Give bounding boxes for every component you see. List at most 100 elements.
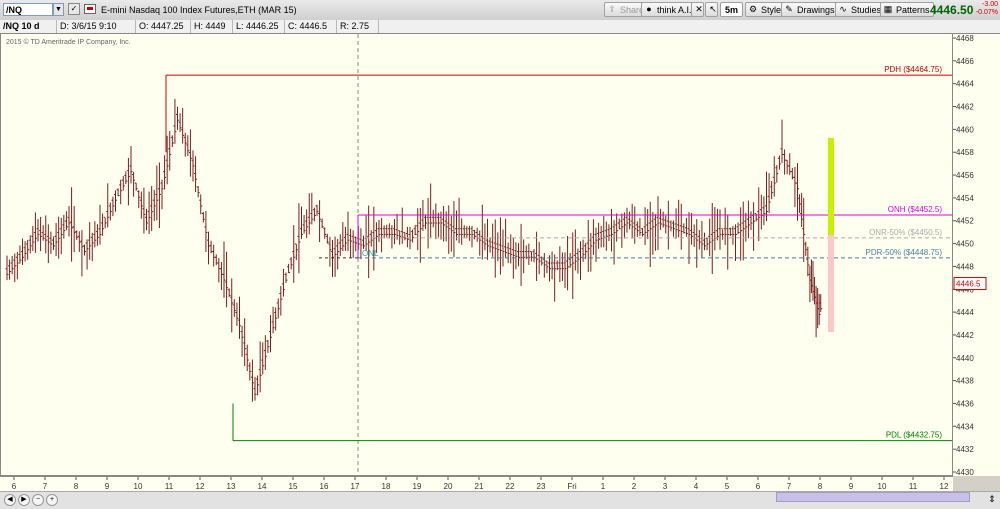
price-tick-label: 4442: [956, 331, 974, 340]
bar-open: O: 4447.25: [136, 20, 191, 33]
time-tick-label: 10: [878, 482, 887, 491]
time-tick-label: Fri: [567, 482, 577, 491]
time-tick-label: 14: [258, 482, 267, 491]
onl-label: ONL: [362, 249, 379, 258]
price-tick-label: 4444: [956, 308, 974, 317]
time-tick-label: 22: [506, 482, 515, 491]
chart-canvas[interactable]: PDH ($4464.75) ONH ($4452.5) ONR-50% ($445…: [1, 34, 953, 476]
security-type-icon: [84, 4, 96, 14]
zoom-in-icon[interactable]: +: [46, 494, 58, 506]
studies-label: Studies: [851, 5, 882, 15]
price-tick-label: 4466: [956, 57, 974, 66]
time-tick-label: 4: [694, 482, 699, 491]
time-tick-label: 11: [165, 482, 174, 491]
patterns-button[interactable]: ▦ Patterns: [880, 2, 934, 17]
current-price-label: 4446.5: [956, 280, 981, 289]
studies-icon: ∿: [839, 4, 847, 14]
level-label-onr50: ONR-50% ($4450.5): [869, 228, 942, 237]
drawings-button[interactable]: ✎ Drawings: [781, 2, 839, 17]
bar-low: L: 4446.25: [233, 20, 285, 33]
price-tick-label: 4432: [956, 445, 974, 454]
studies-button[interactable]: ∿ Studies: [835, 2, 886, 17]
time-tick-label: 11: [909, 482, 918, 491]
time-tick-label: 15: [289, 482, 298, 491]
price-tick-label: 4454: [956, 194, 974, 203]
price-tick-label: 4456: [956, 171, 974, 180]
time-tick-label: 10: [134, 482, 143, 491]
pct-change-value: -0.07%: [975, 9, 998, 16]
cursor-tool-button[interactable]: ↖: [705, 2, 718, 17]
time-tick-label: 8: [818, 482, 823, 491]
info-bar: /NQ 10 d 5m D: 3/6/15 9:10 AM O: 4447.25…: [0, 20, 1000, 44]
bar-date: D: 3/6/15 9:10 AM: [57, 20, 136, 44]
last-price: 4446.50: [930, 3, 974, 17]
copyright: 2015 © TD Ameritrade IP Company, Inc.: [6, 39, 131, 46]
brain-icon: ●: [646, 4, 652, 14]
period-label[interactable]: /NQ 10 d 5m: [0, 20, 57, 44]
pan-right-icon[interactable]: ▶: [18, 494, 30, 506]
price-tick-label: 4468: [956, 34, 974, 43]
symbol-input[interactable]: /NQ: [3, 3, 53, 16]
time-tick-label: 23: [537, 482, 546, 491]
time-tick-label: 7: [787, 482, 792, 491]
time-tick-label: 18: [382, 482, 391, 491]
price-chart[interactable]: PDH ($4464.75) ONH ($4452.5) ONR-50% ($445…: [0, 33, 953, 476]
price-tick-label: 4458: [956, 148, 974, 157]
time-tick-label: 8: [74, 482, 79, 491]
range-bar-up-range: [828, 137, 834, 236]
timeframe-button[interactable]: 5m: [720, 2, 744, 17]
level-label-pdr50: PDR-50% ($4448.75): [866, 248, 943, 257]
patterns-label: Patterns: [896, 5, 930, 15]
time-tick-label: 1: [601, 482, 606, 491]
time-tick-label: 16: [320, 482, 329, 491]
net-change-value: -3.00: [982, 1, 998, 8]
think-ai-button[interactable]: ● think A.I.: [641, 2, 696, 17]
time-tick-label: 9: [849, 482, 854, 491]
crosshair-icon: ✕: [695, 4, 703, 14]
bar-range: R: 2.75: [337, 20, 379, 33]
style-label: Style: [761, 5, 782, 15]
crosshair-tool-button[interactable]: ✕: [691, 2, 704, 17]
cursor-icon: ↖: [709, 4, 717, 14]
price-axis-canvas: 4430443244344436443844404442444444464448…: [953, 34, 987, 477]
bottom-bar: ◀ ▶ − +: [0, 491, 1000, 509]
time-axis[interactable]: 6 7 8 9 10 11 12 13 14 15 16 17 18 19 20 21 22 23 Fri 1 2 3 4 5…: [0, 476, 980, 491]
level-label-onh: ONH ($4452.5): [888, 205, 943, 214]
time-tick-label: 3: [663, 482, 668, 491]
price-axis[interactable]: 4430443244344436443844404442444444464448…: [953, 33, 1000, 477]
drawings-label: Drawings: [797, 5, 835, 15]
price-tick-label: 4430: [956, 468, 974, 477]
pencil-icon: ✎: [785, 4, 793, 14]
symbol-description: E-mini Nasdaq 100 Index Futures,ETH (MAR…: [101, 5, 297, 15]
level-label-pdh: PDH ($4464.75): [884, 65, 942, 74]
price-tick-label: 4462: [956, 103, 974, 112]
time-tick-label: 19: [413, 482, 422, 491]
price-tick-label: 4450: [956, 240, 974, 249]
time-tick-label: 13: [227, 482, 236, 491]
time-tick-label: 21: [475, 482, 484, 491]
level-label-pdl: PDL ($4432.75): [886, 431, 943, 440]
pan-left-icon[interactable]: ◀: [4, 494, 16, 506]
bar-close: C: 4446.5: [285, 20, 337, 33]
time-tick-label: 7: [43, 482, 48, 491]
zoom-out-icon[interactable]: −: [32, 494, 44, 506]
price-tick-label: 4464: [956, 80, 974, 89]
patterns-icon: ▦: [883, 4, 893, 14]
gear-icon: ⚙: [748, 4, 758, 14]
time-tick-label: 6: [12, 482, 17, 491]
time-tick-label: 5: [725, 482, 730, 491]
style-button[interactable]: ⚙ Style: [745, 2, 786, 17]
symbol-dropdown-icon[interactable]: ▼: [53, 3, 64, 16]
price-tick-label: 4434: [956, 422, 974, 431]
price-tick-label: 4452: [956, 217, 974, 226]
time-tick-label: 20: [444, 482, 453, 491]
expand-icon[interactable]: ⇕: [986, 493, 998, 505]
chart-toolbar: /NQ ▼ ✓ E-mini Nasdaq 100 Index Futures,…: [0, 0, 1000, 21]
time-scrollbar[interactable]: [776, 492, 970, 502]
range-bar-down-range: [828, 235, 834, 333]
price-tick-label: 4440: [956, 354, 974, 363]
time-tick-label: 12: [196, 482, 205, 491]
flag-icon[interactable]: ✓: [68, 3, 80, 15]
time-tick-label: 9: [105, 482, 110, 491]
time-tick-label: 6: [756, 482, 761, 491]
